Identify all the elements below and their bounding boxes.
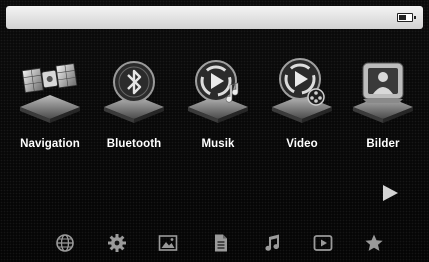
dock xyxy=(0,226,429,262)
menu-item-label: Navigation xyxy=(20,138,80,150)
music-disc-icon xyxy=(188,60,248,123)
menu-item-bilder[interactable]: Bilder xyxy=(343,55,423,155)
menu-item-musik[interactable]: Musik xyxy=(178,55,258,155)
main-menu: Navigation Bluetooth Musik Video Bilder xyxy=(0,55,429,155)
globe-icon[interactable] xyxy=(55,233,75,253)
document-icon[interactable] xyxy=(211,233,231,253)
menu-item-label: Video xyxy=(286,138,318,150)
screen: Navigation Bluetooth Musik Video Bilder xyxy=(0,0,429,262)
battery-level-fill xyxy=(399,15,406,20)
menu-item-label: Musik xyxy=(201,138,235,150)
image-icon[interactable] xyxy=(158,233,178,253)
satellite-icon xyxy=(20,63,80,123)
menu-item-video[interactable]: Video xyxy=(262,55,342,155)
menu-item-navigation[interactable]: Navigation xyxy=(10,55,90,155)
menu-item-bluetooth[interactable]: Bluetooth xyxy=(94,55,174,155)
play-screen-icon[interactable] xyxy=(313,233,333,253)
music-note-icon[interactable] xyxy=(262,233,282,253)
menu-item-label: Bluetooth xyxy=(106,138,162,150)
star-icon[interactable] xyxy=(364,233,384,253)
picture-frame-icon xyxy=(353,62,413,123)
gear-icon[interactable] xyxy=(107,233,127,253)
menu-item-label: Bilder xyxy=(366,138,400,150)
status-bar xyxy=(6,6,423,29)
bluetooth-icon xyxy=(104,61,164,123)
play-arrow-icon[interactable] xyxy=(381,184,399,202)
battery-icon xyxy=(397,13,416,22)
video-disc-icon xyxy=(272,58,332,123)
